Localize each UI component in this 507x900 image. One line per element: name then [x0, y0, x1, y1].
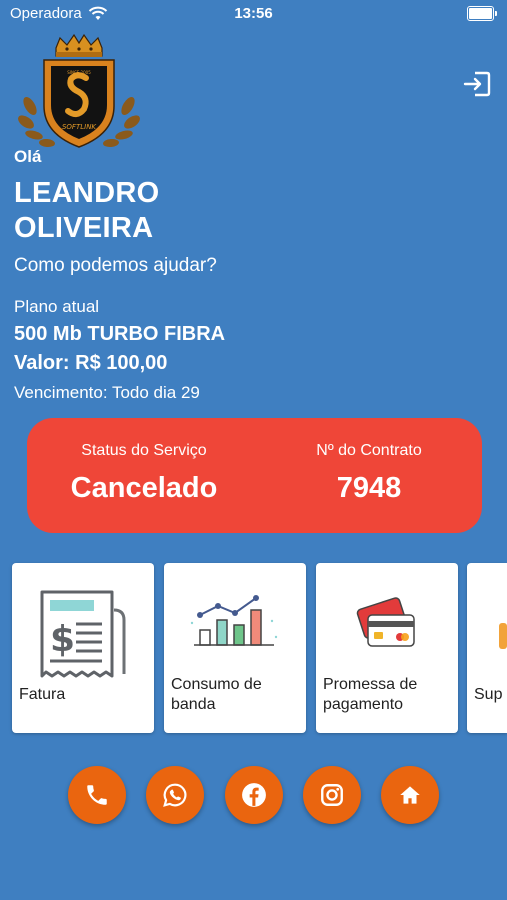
plan-name: 500 Mb TURBO FIBRA	[14, 323, 226, 345]
service-status: Status do Serviço Cancelado	[34, 442, 254, 505]
plan-value: Valor: R$ 100,00	[14, 352, 168, 374]
facebook-icon	[242, 783, 266, 807]
home-icon	[400, 786, 420, 804]
whatsapp-button[interactable]	[146, 766, 204, 824]
invoice-icon: $	[40, 590, 126, 678]
softlink-logo: SINCE 2005 SOFTLINK	[18, 34, 140, 148]
status-bar: Operadora 13:56	[0, 0, 507, 30]
instagram-icon	[321, 784, 343, 806]
greeting: Olá	[14, 147, 42, 166]
svg-text:SOFTLINK: SOFTLINK	[62, 123, 97, 131]
contract-number: Nº do Contrato 7948	[259, 442, 479, 505]
menu-label-line: banda	[171, 696, 216, 713]
instagram-button[interactable]	[303, 766, 361, 824]
last-name: OLIVEIRA	[14, 212, 154, 244]
menu-label-fatura: Fatura	[19, 686, 66, 703]
contract-value: 7948	[336, 472, 402, 504]
menu-card-consumo[interactable]: Consumo de banda	[164, 563, 306, 733]
phone-icon	[87, 785, 107, 805]
due-date: Vencimento: Todo dia 29	[14, 383, 200, 402]
clock: 13:56	[234, 5, 273, 22]
plan-label: Plano atual	[14, 297, 100, 316]
menu-label-line: Promessa de	[323, 676, 418, 693]
menu-card-suporte[interactable]: Sup	[467, 563, 507, 733]
whatsapp-icon	[163, 783, 187, 807]
home-button[interactable]	[381, 766, 439, 824]
svg-text:$: $	[50, 619, 75, 660]
menu-card-fatura[interactable]: $ Fatura	[12, 563, 154, 733]
phone-button[interactable]	[68, 766, 126, 824]
menu-label-line: pagamento	[323, 696, 404, 713]
user-name: LEANDRO OLIVEIRA	[14, 176, 314, 246]
menu-card-promessa[interactable]: Promessa de pagamento	[316, 563, 458, 733]
help-prompt: Como podemos ajudar?	[14, 255, 217, 276]
credit-cards-icon	[356, 597, 415, 647]
logout-button[interactable]	[462, 70, 492, 98]
bandwidth-chart-icon	[190, 595, 278, 646]
service-status-card: Status do Serviço Cancelado Nº do Contra…	[27, 418, 482, 533]
svg-text:SINCE 2005: SINCE 2005	[67, 70, 91, 75]
battery-icon	[467, 6, 497, 21]
menu-label-suporte: Sup	[474, 686, 503, 703]
contract-label: Nº do Contrato	[316, 442, 422, 459]
menu-label-promessa: Promessa de pagamento	[323, 675, 417, 715]
support-icon	[499, 623, 507, 649]
first-name: LEANDRO	[14, 177, 160, 209]
menu-label-consumo: Consumo de banda	[171, 675, 262, 715]
facebook-button[interactable]	[225, 766, 283, 824]
menu-label-line: Consumo de	[171, 676, 262, 693]
service-status-value: Cancelado	[70, 472, 218, 504]
service-status-label: Status do Serviço	[81, 442, 207, 459]
